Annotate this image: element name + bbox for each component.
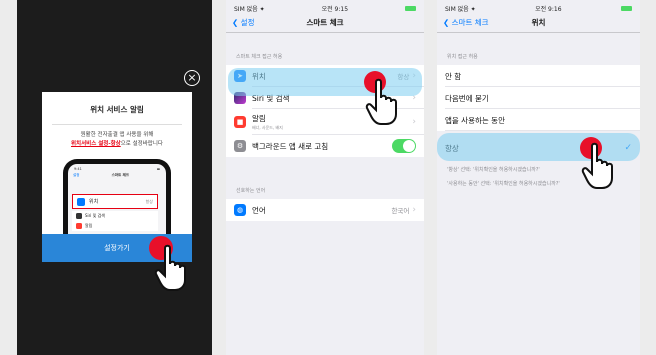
option-ask-next-time[interactable]: 다음번에 묻기 <box>437 87 640 109</box>
modal-divider <box>52 124 182 125</box>
option-while-using[interactable]: 앱을 사용하는 동안 <box>437 109 640 131</box>
option-label: 앱을 사용하는 동안 <box>445 115 505 125</box>
pointing-hand-icon <box>154 244 186 291</box>
section-header-location-access: 위치 접근 허용 <box>447 54 478 60</box>
notification-icon <box>76 223 82 229</box>
phone-notification-row: 알림 <box>72 221 158 231</box>
notification-icon: ■ <box>234 116 246 128</box>
background-refresh-toggle[interactable] <box>392 139 416 153</box>
panel-location-alert: × 위치 서비스 알림 원활한 전자출결 앱 사용을 위해 위치서비스 설정-항… <box>17 0 212 355</box>
nav-divider <box>437 32 640 33</box>
option-label: 안 함 <box>445 71 462 81</box>
siri-icon <box>76 213 82 219</box>
pointing-hand-icon <box>365 78 397 125</box>
modal-message-line1: 원활한 전자출결 앱 사용을 위해 <box>80 132 154 138</box>
section-header-access: 스마트 체크 접근 허용 <box>236 54 283 60</box>
option-never[interactable]: 안 함 <box>437 65 640 87</box>
phone-status-bar: 9:41 ▬ <box>68 164 166 171</box>
section-header-language: 선호하는 언어 <box>236 188 266 194</box>
globe-icon: ◍ <box>234 204 246 216</box>
phone-location-value: 항상 <box>145 198 153 204</box>
phone-title: 스마트 체크 <box>111 173 129 177</box>
modal-message-rest: 으로 설정바랍니다 <box>120 141 163 147</box>
modal-message-highlight: 위치서비스 설정-항상 <box>71 141 121 147</box>
phone-siri-label: Siri 및 검색 <box>85 213 105 218</box>
nav-bar: ❮ 설정 스마트 체크 <box>226 12 424 32</box>
location-arrow-icon <box>77 197 85 206</box>
notification-text: 알림 배너, 사운드, 배지 <box>252 113 283 131</box>
chevron-right-icon: › <box>412 117 416 127</box>
gear-icon: ⚙ <box>234 140 246 152</box>
battery-icon <box>405 5 416 11</box>
pointing-hand-icon <box>581 142 613 189</box>
phone-location-row: 위치 항상 <box>72 194 158 209</box>
page-title: 위치 <box>531 18 546 27</box>
background-refresh-label: 백그라운드 앱 새로 고침 <box>252 141 329 151</box>
phone-siri-row: Siri 및 검색 <box>72 211 158 221</box>
panel-location-permission: SIM 없음 ✦ 오전 9:16 ❮ 스마트 체크 위치 위치 접근 허용 안 … <box>437 0 640 355</box>
settings-row-background-refresh: ⚙ 백그라운드 앱 새로 고침 <box>226 135 424 157</box>
location-service-modal: 위치 서비스 알림 원활한 전자출결 앱 사용을 위해 위치서비스 설정-항상으… <box>42 92 192 262</box>
nav-divider <box>226 32 424 33</box>
phone-nav: 설정 스마트 체크 <box>68 171 166 180</box>
status-bar: SIM 없음 ✦ 오전 9:16 <box>437 0 640 13</box>
panel-smart-check-settings: SIM 없음 ✦ 오전 9:15 ❮ 설정 스마트 체크 스마트 체크 접근 허… <box>226 0 424 355</box>
modal-title: 위치 서비스 알림 <box>90 105 144 114</box>
close-icon[interactable]: × <box>184 70 200 86</box>
language-label: 언어 <box>252 205 266 215</box>
modal-message: 원활한 전자출결 앱 사용을 위해 위치서비스 설정-항상으로 설정바랍니다 <box>42 131 192 149</box>
page-title: 스마트 체크 <box>306 18 344 27</box>
notification-sublabel: 배너, 사운드, 배지 <box>252 125 283 130</box>
notification-label: 알림 <box>252 114 266 123</box>
battery-icon <box>621 5 632 11</box>
phone-battery-icon: ▬ <box>156 167 160 171</box>
phone-illustration: 9:41 ▬ 설정 스마트 체크 위치 항상 Siri 및 검색 알림 <box>63 159 171 235</box>
chevron-right-icon: › <box>412 205 416 215</box>
phone-notification-label: 알림 <box>85 223 93 228</box>
phone-location-label: 위치 <box>89 199 99 205</box>
status-bar: SIM 없음 ✦ 오전 9:15 <box>226 0 424 13</box>
option-label: 다음번에 묻기 <box>445 93 489 103</box>
phone-time: 9:41 <box>74 167 82 171</box>
settings-row-language[interactable]: ◍ 언어 한국어 › <box>226 199 424 221</box>
nav-bar: ❮ 스마트 체크 위치 <box>437 12 640 32</box>
language-value: 한국어 <box>391 207 410 215</box>
